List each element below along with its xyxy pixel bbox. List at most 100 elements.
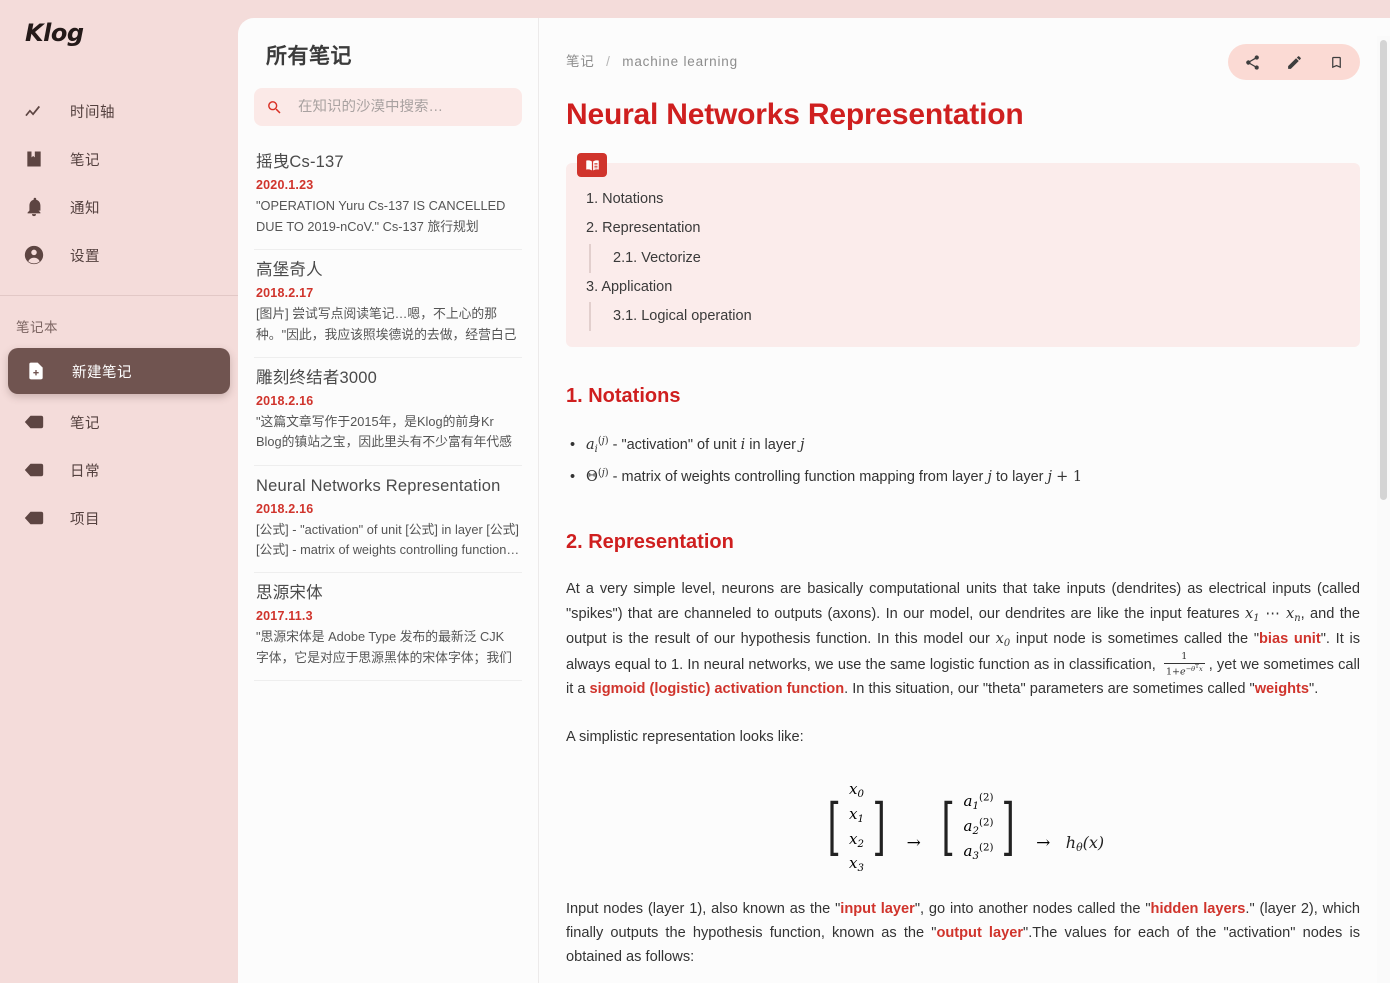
list-item[interactable]: 思源宋体 2017.11.3 "思源宋体是 Adobe Type 发布的最新泛 … [254,573,522,682]
bracket-close: ] [872,789,886,863]
search-input[interactable] [298,99,510,115]
sidebar-tag-projects[interactable]: 项目 [0,494,238,542]
toc-entry[interactable]: 3. Application [586,273,1360,302]
arrow-icon: → [1036,832,1051,853]
highlight-weights: weights [1254,681,1310,698]
note-list: 摇曳Cs-137 2020.1.23 "OPERATION Yuru Cs-13… [254,142,522,682]
sidebar-item-label: 笔记 [70,152,100,169]
sidebar-item-label: 通知 [70,200,100,217]
representation-paragraph-3: Input nodes (layer 1), also known as the… [566,898,1360,970]
fraction-numerator: 1 [1163,651,1205,664]
new-note-button[interactable]: 新建笔记 [8,348,230,394]
edit-pencil-icon[interactable] [1284,52,1304,72]
note-excerpt: [公式] - "activation" of unit [公式] in laye… [256,521,520,558]
hypothesis-output: hθ(x) [1065,832,1105,854]
list-item[interactable]: 高堡奇人 2018.2.17 [图片] 尝试写点阅读笔记…嗯，不上心的那种。"因… [254,250,522,358]
note-excerpt: [图片] 尝试写点阅读笔记…嗯，不上心的那种。"因此，我应该照埃德说的去做，经营… [256,305,517,342]
notations-bullet-list: ai(j) - "activation" of unit i in layer … [566,430,1360,493]
matrix-left: [ x0 x1 x2 x3 ] [827,779,886,875]
toc-entry[interactable]: 2.1. Vectorize [589,243,1360,273]
highlight-sigmoid: sigmoid (logistic) activation function [589,681,845,698]
representation-paragraph-2: A simplistic representation looks like: [566,729,804,746]
note-excerpt: "这篇文章写作于2015年，是Klog的前身Kr Blog的镇站之宝，因此里头有… [256,413,512,450]
note-list-panel: 所有笔记 摇曳Cs-137 2020.1.23 "OPERATION Yuru … [238,18,538,983]
highlight-output-layer: output layer [936,925,1024,942]
bookmark-icon[interactable] [1326,52,1346,72]
document-panel: 笔记 / machine learning Neural Networks Re… [538,18,1390,983]
account-circle-icon [16,243,52,267]
bracket-open: [ [941,789,956,863]
bracket-open: [ [827,789,841,863]
toc-entry[interactable]: 3.1. Logical operation [589,302,1360,332]
sidebar-item-notes[interactable]: 笔记 [0,135,238,183]
para-text: . In this situation, our "theta" paramet… [844,681,1255,698]
new-note-label: 新建笔记 [72,364,132,381]
scrollbar-thumb[interactable] [1380,40,1387,500]
document-topbar: 笔记 / machine learning [566,44,1360,80]
para-text: input node is sometimes called the " [1010,630,1260,647]
sidebar-tag-label: 项目 [70,511,100,528]
note-date: 2017.11.3 [256,609,313,624]
sidebar: Klog 时间轴 笔记 通知 设置 笔记本 新建笔记 笔记 日常 项目 [0,0,238,983]
representation-paragraph-1: At a very simple level, neurons are basi… [566,580,1361,698]
note-title: Neural Networks Representation [256,476,501,495]
document-content: 笔记 / machine learning Neural Networks Re… [539,18,1390,983]
sigmoid-fraction: 1 1+e−θTx [1163,651,1205,678]
sidebar-item-timeline[interactable]: 时间轴 [0,87,238,135]
sidebar-tag-label: 笔记 [70,415,100,432]
sidebar-section-title: 笔记本 [16,320,58,335]
breadcrumb-root[interactable]: 笔记 [566,54,595,69]
menu-book-icon [577,153,607,177]
share-icon[interactable] [1242,52,1262,72]
document-actions [1228,44,1360,80]
note-title: 思源宋体 [256,584,323,603]
bell-icon [16,195,52,219]
list-item: Θ(j) - matrix of weights controlling fun… [570,462,1360,493]
para-text: ", go into another nodes called the " [914,901,1151,918]
breadcrumb-current[interactable]: machine learning [622,54,738,69]
book-icon [16,147,52,171]
note-date: 2018.2.16 [256,393,314,408]
table-of-contents: 1. Notations 2. Representation 2.1. Vect… [566,153,1360,348]
section-heading-representation: 2. Representation [566,530,734,553]
toc-entry[interactable]: 1. Notations [586,185,1360,214]
list-item: ai(j) - "activation" of unit i in layer … [570,430,1360,461]
search-icon [266,99,286,116]
note-title: 雕刻终结者3000 [256,368,378,387]
matrix-equation: [ x0 x1 x2 x3 ] → [ a1(2) a2(2) a3(2)] … [566,780,1360,874]
note-date: 2018.2.17 [256,285,314,300]
sidebar-tag-notes[interactable]: 笔记 [0,398,238,446]
note-excerpt: "OPERATION Yuru Cs-137 IS CANCELLED DUE … [256,197,506,234]
tag-icon [16,458,52,482]
list-item[interactable]: 摇曳Cs-137 2020.1.23 "OPERATION Yuru Cs-13… [254,142,522,250]
note-date: 2020.1.23 [256,177,314,192]
list-item[interactable]: 雕刻终结者3000 2018.2.16 "这篇文章写作于2015年，是Klog的… [254,358,522,466]
para-text: ". [1309,681,1319,698]
page-title: Neural Networks Representation [566,98,1024,131]
highlight-bias-unit: bias unit [1259,630,1321,647]
search-box[interactable] [254,88,522,126]
app-root: Klog 时间轴 笔记 通知 设置 笔记本 新建笔记 笔记 日常 项目 所有笔记… [0,0,1390,983]
highlight-input-layer: input layer [840,901,915,918]
para-text: At a very simple level, neurons are basi… [566,580,1360,622]
list-item-selected[interactable]: Neural Networks Representation 2018.2.16… [254,466,522,574]
sidebar-item-label: 设置 [70,248,100,265]
para-text: Input nodes (layer 1), also known as the… [566,901,841,918]
sidebar-item-notifications[interactable]: 通知 [0,183,238,231]
breadcrumb: 笔记 / machine learning [566,44,738,70]
section-heading-notations: 1. Notations [566,385,681,408]
breadcrumb-separator: / [606,54,611,69]
sidebar-item-label: 时间轴 [70,104,115,121]
bracket-close: ] [1001,789,1016,863]
arrow-icon: → [906,832,921,853]
app-logo: Klog [25,19,84,47]
sidebar-item-settings[interactable]: 设置 [0,231,238,279]
note-add-icon [18,359,54,383]
note-list-title: 所有笔记 [266,45,352,68]
toc-entry[interactable]: 2. Representation [586,214,1360,243]
note-excerpt: "思源宋体是 Adobe Type 发布的最新泛 CJK 字体，它是对应于思源黑… [256,629,512,665]
note-title: 高堡奇人 [256,260,323,279]
sidebar-nav: 时间轴 笔记 通知 设置 [0,87,238,279]
matrix-right: [ a1(2) a2(2) a3(2) ] [941,789,1016,863]
sidebar-tag-daily[interactable]: 日常 [0,446,238,494]
